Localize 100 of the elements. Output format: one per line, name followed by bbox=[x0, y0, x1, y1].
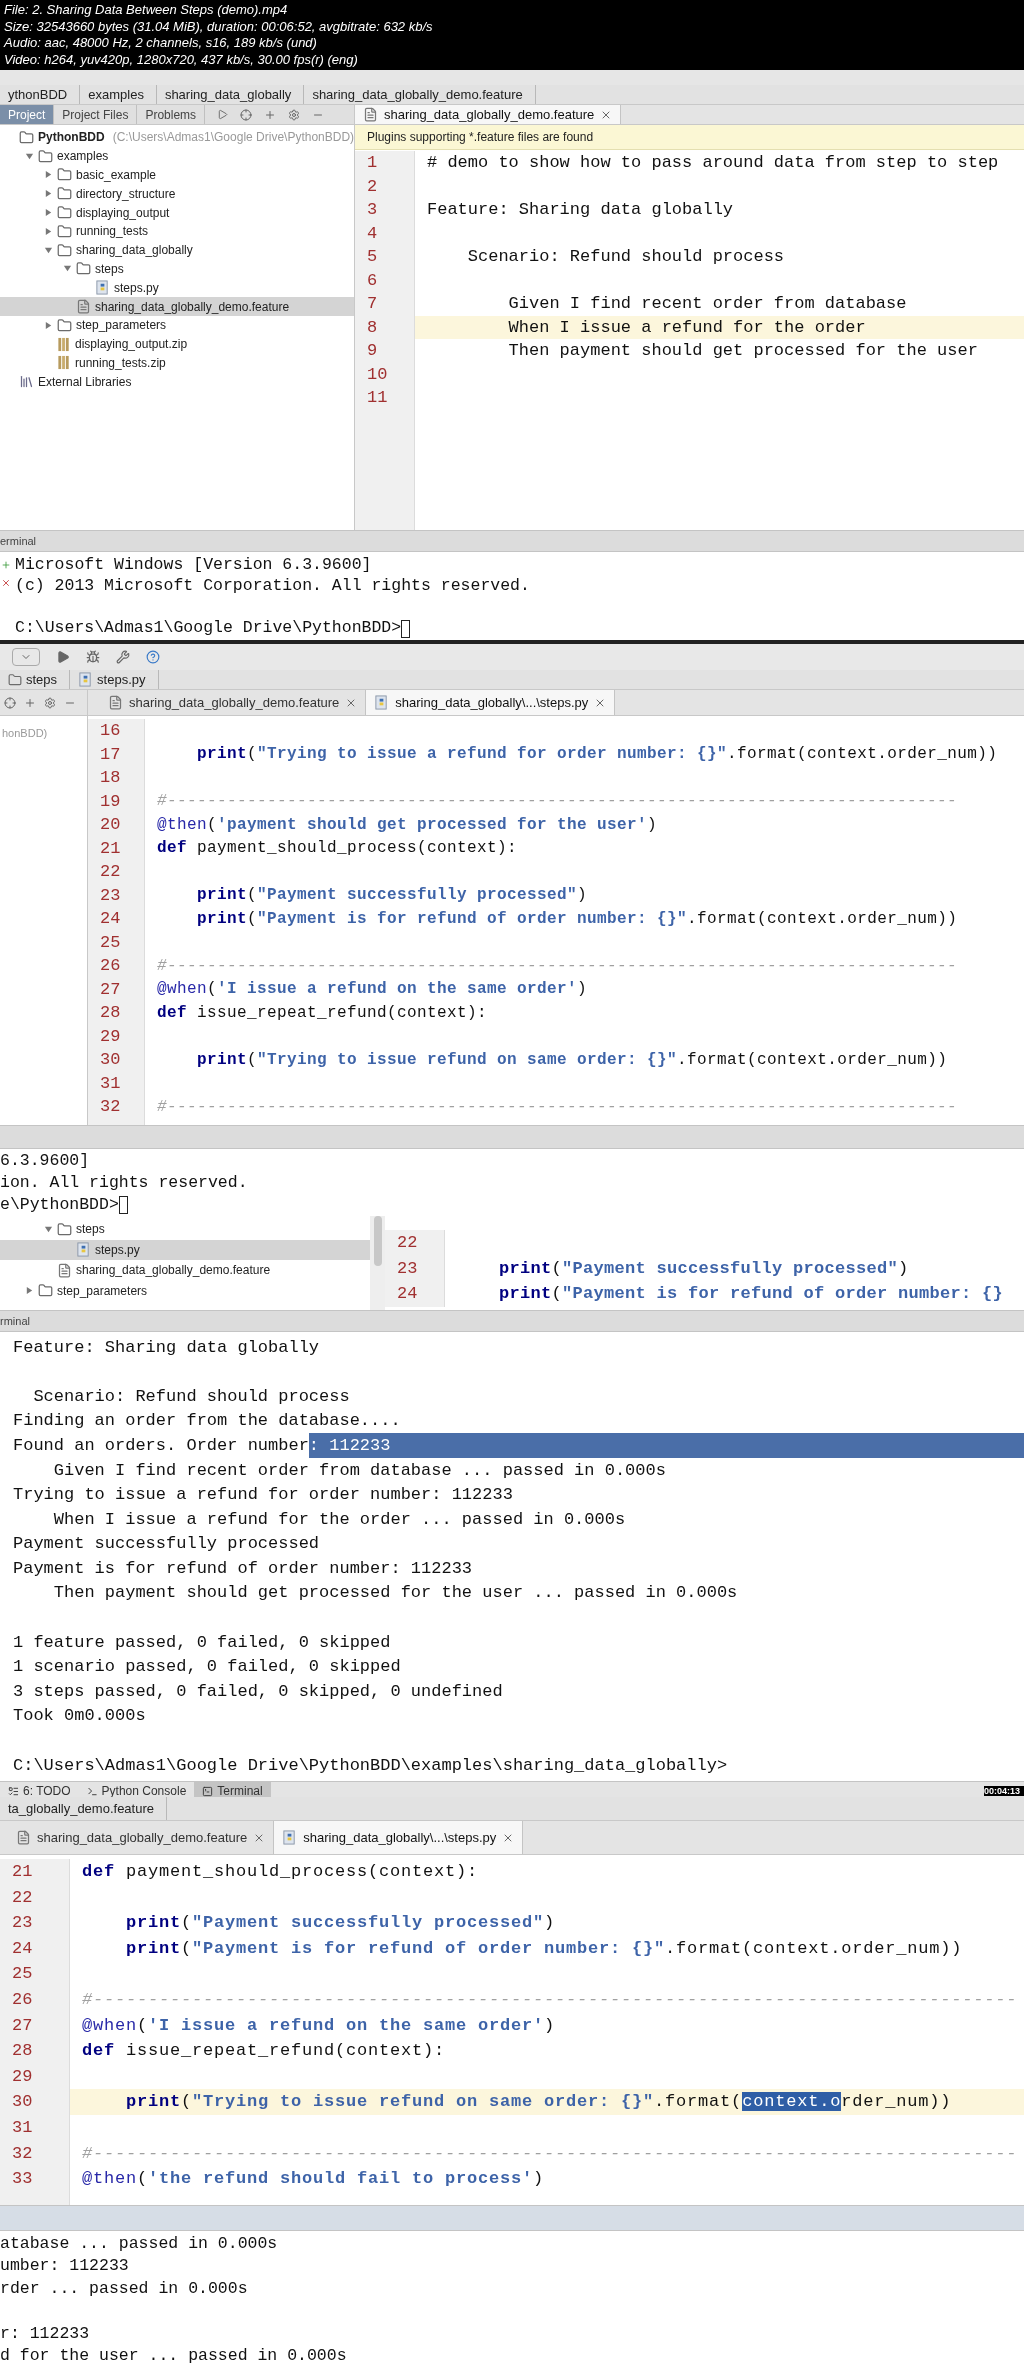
editor-tab[interactable]: sharing_data_globally\...\steps.py bbox=[366, 690, 616, 715]
panel-tab[interactable]: Project Files bbox=[54, 105, 138, 124]
tree-item[interactable]: sharing_data_globally_demo.feature bbox=[0, 1260, 370, 1281]
terminal-line: 3 steps passed, 0 failed, 0 skipped, 0 undefined bbox=[13, 1680, 503, 1703]
terminal-line: 1 scenario passed, 0 failed, 0 skipped bbox=[13, 1656, 401, 1679]
help-icon[interactable] bbox=[146, 650, 160, 664]
tree-item[interactable]: directory_structure bbox=[0, 184, 354, 204]
line-number: 20 bbox=[88, 813, 145, 837]
terminal-line: atabase ... passed in 0.000s bbox=[0, 2232, 278, 2255]
settings-icon[interactable] bbox=[44, 696, 56, 709]
run-icon[interactable] bbox=[56, 650, 70, 664]
file-info-line: Audio: aac, 48000 Hz, 2 channels, s16, 189 kb/s (und) bbox=[4, 35, 318, 52]
scrollbar-thumb[interactable] bbox=[373, 1216, 382, 1266]
list-icon bbox=[8, 1785, 19, 1797]
line-number: 22 bbox=[0, 1884, 70, 1911]
tree-item[interactable]: displaying_output.zip bbox=[0, 334, 354, 354]
line-number: 11 bbox=[355, 386, 415, 410]
line-number: 8 bbox=[355, 315, 415, 339]
line-number: 24 bbox=[88, 907, 145, 931]
code-line: @when('I issue a refund on the same order') bbox=[156, 979, 588, 1001]
expanded-arrow-icon[interactable] bbox=[25, 151, 34, 161]
tree-item[interactable]: sharing_data_globally_demo.feature bbox=[0, 297, 354, 316]
folder-icon bbox=[8, 672, 22, 687]
tree-item[interactable]: step_parameters bbox=[0, 1280, 370, 1301]
line-number: 26 bbox=[0, 1986, 70, 2013]
tree-item[interactable]: steps.py bbox=[0, 1239, 370, 1260]
line-number: 27 bbox=[0, 2012, 70, 2039]
terminal-line: Microsoft Windows [Version 6.3.9600] bbox=[15, 554, 372, 577]
panel-tab[interactable]: Problems bbox=[137, 105, 206, 124]
terminal-line: Feature: Sharing data globally bbox=[13, 1336, 320, 1359]
expand-icon[interactable] bbox=[264, 108, 277, 121]
folder-icon bbox=[38, 148, 53, 164]
code-line: Given I find recent order from database bbox=[507, 293, 907, 315]
tree-item[interactable]: PythonBDD (C:\Users\Admas1\Google Drive\PythonBDD) bbox=[0, 128, 354, 147]
expanded-arrow-icon[interactable] bbox=[44, 1224, 53, 1234]
tool-window-tab[interactable]: Python Console bbox=[78, 1782, 195, 1797]
line-number: 17 bbox=[88, 742, 145, 766]
python-file-icon bbox=[76, 1242, 91, 1258]
terminal-line: C:\Users\Admas1\Google Drive\PythonBDD\examples\sharing_data_globally> bbox=[13, 1754, 728, 1777]
tree-item[interactable]: step_parameters bbox=[0, 315, 354, 335]
code-line: @then('the refund should fail to process') bbox=[81, 2168, 545, 2191]
collapsed-arrow-icon[interactable] bbox=[44, 320, 53, 330]
breadcrumb[interactable]: steps bbox=[0, 670, 71, 689]
code-line: def payment_should_process(context): bbox=[81, 1861, 479, 1884]
tree-item[interactable]: sharing_data_globally bbox=[0, 240, 354, 260]
breadcrumb[interactable]: steps.py bbox=[70, 670, 159, 689]
tree-item[interactable]: displaying_output bbox=[0, 203, 354, 222]
code-line: #------------------------------------------------------------------------------------ bbox=[81, 2142, 1018, 2165]
folder-icon bbox=[57, 242, 72, 258]
tree-item[interactable]: running_tests bbox=[0, 222, 354, 241]
editor-tab[interactable]: sharing_data_globally_demo.feature bbox=[355, 105, 622, 124]
crosshair-icon[interactable] bbox=[4, 696, 16, 709]
line-number: 7 bbox=[355, 292, 415, 316]
code-line: Feature: Sharing data globally bbox=[426, 199, 734, 221]
collapsed-arrow-icon[interactable] bbox=[25, 1286, 34, 1296]
breadcrumb[interactable]: sharing_data_globally bbox=[156, 85, 305, 104]
code-line: def issue_repeat_refund(context): bbox=[81, 2040, 446, 2063]
breadcrumb[interactable]: ta_globally_demo.feature bbox=[0, 1797, 167, 1820]
file-icon bbox=[76, 299, 91, 315]
tree-item[interactable]: steps.py bbox=[0, 278, 354, 298]
tree-item[interactable]: running_tests.zip bbox=[0, 353, 354, 373]
tool-window-tab[interactable]: 6: TODO bbox=[0, 1782, 79, 1797]
line-number: 23 bbox=[0, 1910, 70, 1936]
breadcrumb[interactable]: sharing_data_globally_demo.feature bbox=[304, 85, 536, 104]
folder-icon bbox=[57, 223, 72, 239]
editor-tab[interactable]: sharing_data_globally\...\steps.py bbox=[274, 1821, 524, 1854]
line-number: 24 bbox=[385, 1281, 445, 1307]
text-cursor bbox=[118, 1196, 128, 1214]
python-file-icon bbox=[374, 695, 390, 710]
tree-item[interactable]: steps bbox=[0, 259, 354, 279]
code-line: Then payment should get processed for the user bbox=[507, 340, 978, 362]
terminal-line: Scenario: Refund should process bbox=[32, 1385, 350, 1408]
file-info-line: Video: h264, yuv420p, 1280x720, 437 kb/s, 30.00 fps(r) (eng) bbox=[4, 51, 359, 68]
line-number: 5 bbox=[355, 245, 415, 269]
tree-item[interactable]: basic_example bbox=[0, 165, 354, 185]
path-label: (C:\Users\Admas1\Google Drive\PythonBDD) bbox=[112, 129, 355, 147]
folder-icon bbox=[57, 317, 72, 333]
code-line: Scenario: Refund should process bbox=[466, 246, 785, 268]
expand-icon[interactable] bbox=[24, 696, 36, 709]
tree-item[interactable]: examples bbox=[0, 146, 354, 166]
line-number: 1 bbox=[355, 151, 415, 175]
settings-icon[interactable] bbox=[288, 108, 301, 121]
terminal-line: Found an orders. Order number: 112233 bbox=[13, 1432, 1024, 1459]
file-icon bbox=[363, 107, 378, 122]
tree-item[interactable]: steps bbox=[0, 1219, 370, 1240]
terminal-line: Then payment should get processed for the user ... passed in 0.000s bbox=[52, 1582, 738, 1605]
line-number: 3 bbox=[355, 198, 415, 222]
play-icon[interactable] bbox=[217, 109, 229, 120]
wrench-icon[interactable] bbox=[116, 650, 130, 664]
breadcrumb[interactable]: examples bbox=[80, 85, 157, 104]
terminal-line: Finding an order from the database.... bbox=[13, 1410, 401, 1433]
tool-window-tab[interactable]: Terminal bbox=[194, 1782, 271, 1797]
terminal-line: ion. All rights reserved. bbox=[0, 1171, 248, 1194]
breadcrumb[interactable]: ythonBDD bbox=[0, 85, 81, 104]
line-number: 2 bbox=[355, 174, 415, 198]
tree-item[interactable]: External Libraries bbox=[0, 372, 354, 392]
line-number: 32 bbox=[0, 2140, 70, 2167]
close-icon[interactable] bbox=[1, 578, 11, 588]
bug-icon[interactable] bbox=[86, 650, 100, 664]
crosshair-icon[interactable] bbox=[240, 108, 253, 121]
